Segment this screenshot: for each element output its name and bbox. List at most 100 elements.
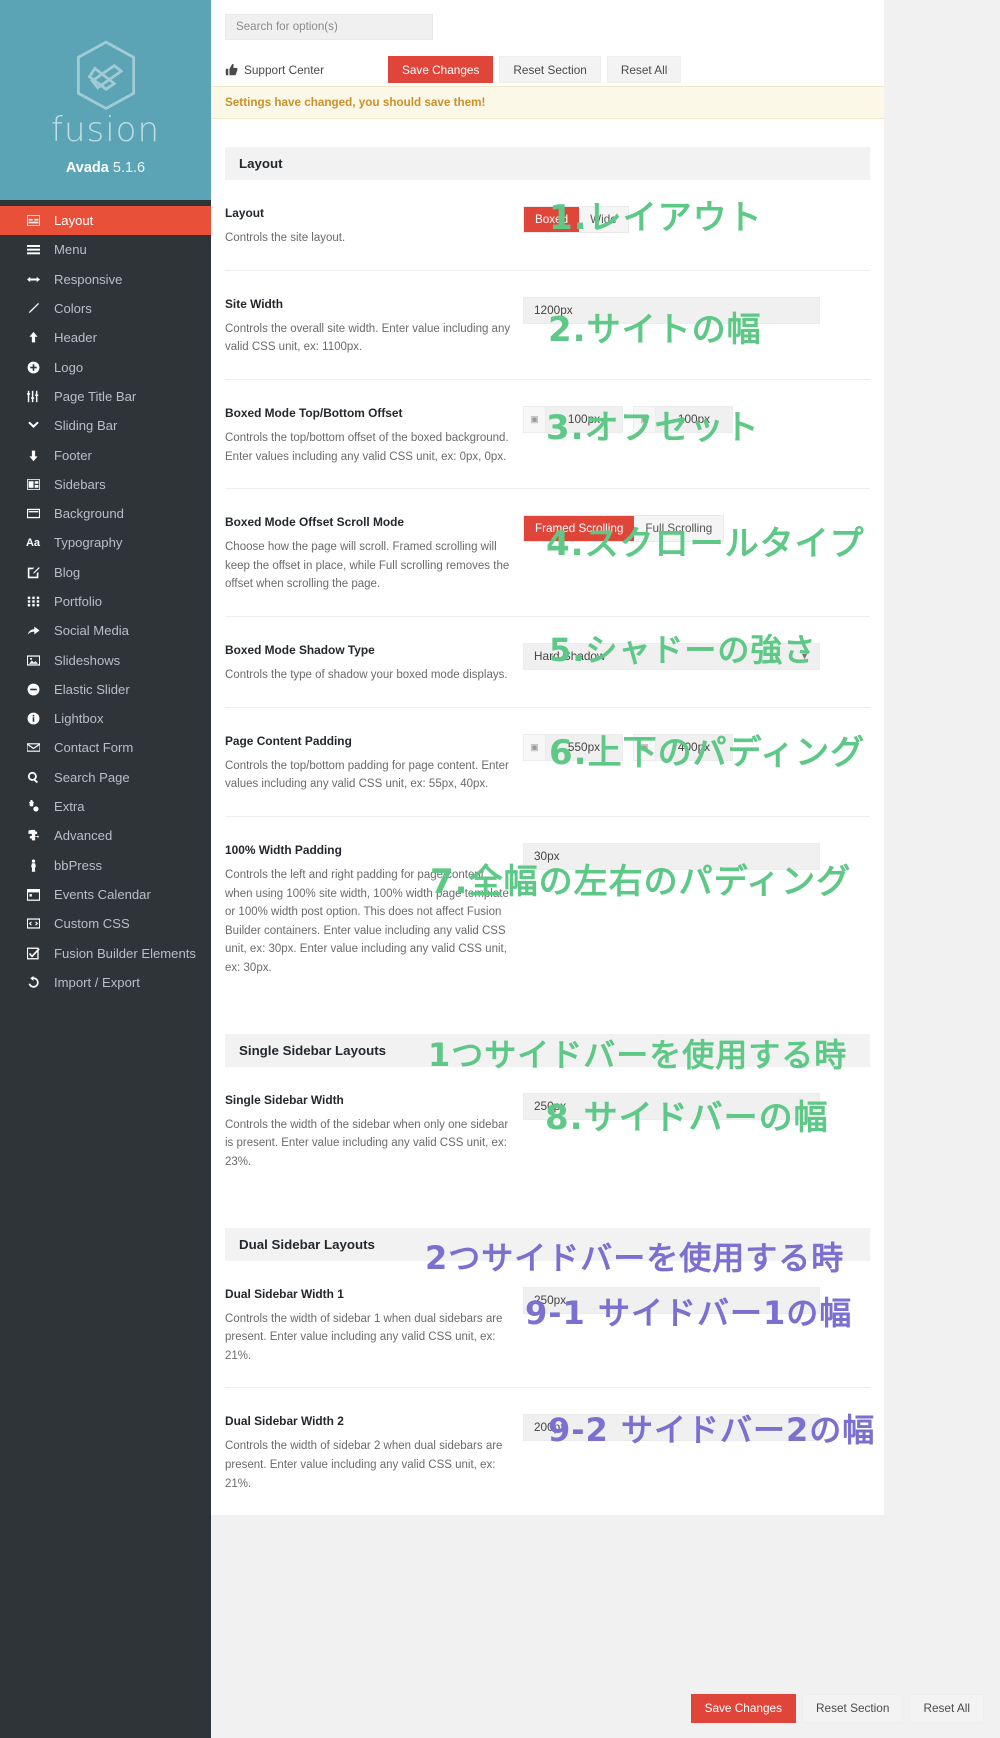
person-icon (22, 859, 44, 872)
setting-label-block: Boxed Mode Shadow Type Controls the type … (225, 643, 511, 685)
sidebar-item-contact-form[interactable]: Contact Form (0, 733, 211, 762)
search-input[interactable]: Search for option(s) (225, 14, 433, 40)
sidebar-item-label: Social Media (54, 623, 129, 639)
sidebar-item-logo[interactable]: Logo (0, 352, 211, 381)
sidebar-item-social-media[interactable]: Social Media (0, 616, 211, 645)
sidebar-item-import-export[interactable]: Import / Export (0, 968, 211, 997)
handwritten-annotation: 1.レイアウト (549, 198, 763, 238)
setting-label-block: Dual Sidebar Width 1 Controls the width o… (225, 1287, 511, 1366)
brand-header: fusion Avada 5.1.6 (0, 0, 211, 200)
sidebar-item-footer[interactable]: Footer (0, 440, 211, 469)
search-icon (22, 771, 44, 784)
sidebar-nav: Layout Menu Responsive Colors Header Logo Page… (0, 200, 211, 1017)
info-circle-icon (22, 712, 44, 725)
calendar-icon (22, 888, 44, 901)
sidebar-item-background[interactable]: Background (0, 499, 211, 528)
sidebar-item-label: Layout (54, 213, 94, 229)
check-square-icon (22, 947, 44, 960)
setting-description: Controls the site layout. (225, 232, 346, 244)
puzzle-icon (22, 829, 44, 842)
image-icon (22, 654, 44, 667)
reset-all-button[interactable]: Reset All (606, 56, 682, 83)
sidebar-item-elastic-slider[interactable]: Elastic Slider (0, 675, 211, 704)
reset-section-button[interactable]: Reset Section (499, 56, 601, 83)
arrow-up-icon (22, 331, 44, 344)
setting-title: Boxed Mode Shadow Type (225, 643, 375, 657)
sidebar-item-label: Blog (54, 564, 81, 580)
sidebar-item-colors[interactable]: Colors (0, 294, 211, 323)
sidebar-item-typography[interactable]: Aa Typography (0, 528, 211, 557)
setting-label-block: Single Sidebar Width Controls the width o… (225, 1093, 511, 1172)
sidebar-item-header[interactable]: Header (0, 323, 211, 352)
refresh-icon (22, 975, 44, 989)
support-center-label: Support Center (244, 62, 325, 77)
handwritten-annotation: 2.サイトの幅 (548, 310, 762, 350)
setting-title: Page Content Padding (225, 733, 352, 748)
arrows-h-icon (22, 273, 44, 286)
sidebar-item-label: Responsive (54, 271, 123, 287)
sidebar-item-label: Colors (54, 301, 92, 317)
sidebar-item-label: Custom CSS (54, 916, 130, 932)
fusion-hexagon-logo-icon (70, 38, 142, 114)
setting-description: Controls the overall site width. Enter v… (225, 322, 511, 354)
sidebar-item-extra[interactable]: Extra (0, 792, 211, 821)
sidebar-item-menu[interactable]: Menu (0, 235, 211, 264)
sidebar-item-bbpress[interactable]: bbPress (0, 851, 211, 880)
handwritten-annotation: 1つサイドバーを使用する時 (428, 1036, 848, 1074)
unit-toggle-icon[interactable]: ▣ (523, 733, 545, 761)
sidebar-item-slideshows[interactable]: Slideshows (0, 645, 211, 674)
brand-name: fusion (50, 110, 161, 150)
sidebar-item-lightbox[interactable]: Lightbox (0, 704, 211, 733)
sidebar-item-label: Page Title Bar (54, 388, 137, 404)
setting-title: Boxed Mode Offset Scroll Mode (225, 515, 405, 530)
admin-sidebar: fusion Avada 5.1.6 Layout Menu Responsive C… (0, 0, 211, 1738)
sidebar-item-label: Header (54, 330, 97, 346)
setting-row: 100% Width Padding Controls the left and … (225, 817, 870, 1000)
sidebar-item-label: Search Page (54, 769, 130, 785)
pencil-square-icon (22, 566, 44, 579)
setting-description: Controls the width of the sidebar when o… (225, 1118, 509, 1168)
plus-circle-icon (22, 361, 44, 374)
handwritten-annotation: 5.シャドーの強さ (549, 631, 817, 669)
setting-title: Site Width (225, 296, 284, 311)
setting-title: Dual Sidebar Width 1 (225, 1286, 344, 1301)
thumbs-up-icon (225, 63, 238, 76)
toolbar: Search for option(s) Support Center Save… (211, 0, 884, 86)
sidebar-item-portfolio[interactable]: Portfolio (0, 587, 211, 616)
handwritten-annotation: 8.サイドバーの幅 (545, 1098, 829, 1138)
sidebar-item-responsive[interactable]: Responsive (0, 265, 211, 294)
setting-row: Layout Controls the site layout. Boxed Wide (225, 180, 870, 271)
sidebar-item-blog[interactable]: Blog (0, 558, 211, 587)
sidebar-item-label: Background (54, 506, 124, 522)
save-changes-button[interactable]: Save Changes (388, 56, 494, 83)
sidebar-item-fusion-builder-elements[interactable]: Fusion Builder Elements (0, 938, 211, 967)
footer-reset-section-button[interactable]: Reset Section (801, 1693, 904, 1723)
sidebar-item-sliding-bar[interactable]: Sliding Bar (0, 411, 211, 440)
support-center-link[interactable]: Support Center (225, 63, 388, 77)
sidebar-item-label: Contact Form (54, 740, 134, 756)
sidebar-item-advanced[interactable]: Advanced (0, 821, 211, 850)
layout-icon (22, 214, 44, 227)
footer-reset-all-button[interactable]: Reset All (909, 1693, 984, 1723)
sidebar-item-label: Portfolio (54, 594, 103, 609)
setting-label-block: Boxed Mode Offset Scroll Mode Choose how … (225, 515, 511, 594)
sidebar-item-label: Typography (54, 535, 123, 551)
sidebar-item-search-page[interactable]: Search Page (0, 763, 211, 792)
setting-description: Choose how the page will scroll. Framed … (225, 541, 510, 591)
handwritten-annotation: 9-2 サイドバー2の幅 (548, 1411, 876, 1449)
setting-label-block: Boxed Mode Top/Bottom Offset Controls the… (225, 406, 511, 466)
setting-label-block: Page Content Padding Controls the top/bot… (225, 734, 511, 794)
sidebar-item-label: bbPress (54, 857, 103, 873)
sidebar-item-page-title-bar[interactable]: Page Title Bar (0, 382, 211, 411)
footer-save-changes-button[interactable]: Save Changes (690, 1693, 796, 1723)
sidebar-item-custom-css[interactable]: Custom CSS (0, 909, 211, 938)
unit-toggle-icon[interactable]: ▣ (523, 405, 545, 433)
sidebar-item-layout[interactable]: Layout (0, 206, 211, 236)
setting-description: Controls the top/bottom offset of the bo… (225, 431, 509, 463)
menu-bars-icon (22, 243, 44, 256)
sidebar-item-label: Sliding Bar (54, 418, 118, 434)
section-heading: Layout (225, 147, 870, 180)
sidebar-item-sidebars[interactable]: Sidebars (0, 470, 211, 499)
grid-icon (22, 595, 44, 608)
sidebar-item-events-calendar[interactable]: Events Calendar (0, 880, 211, 909)
